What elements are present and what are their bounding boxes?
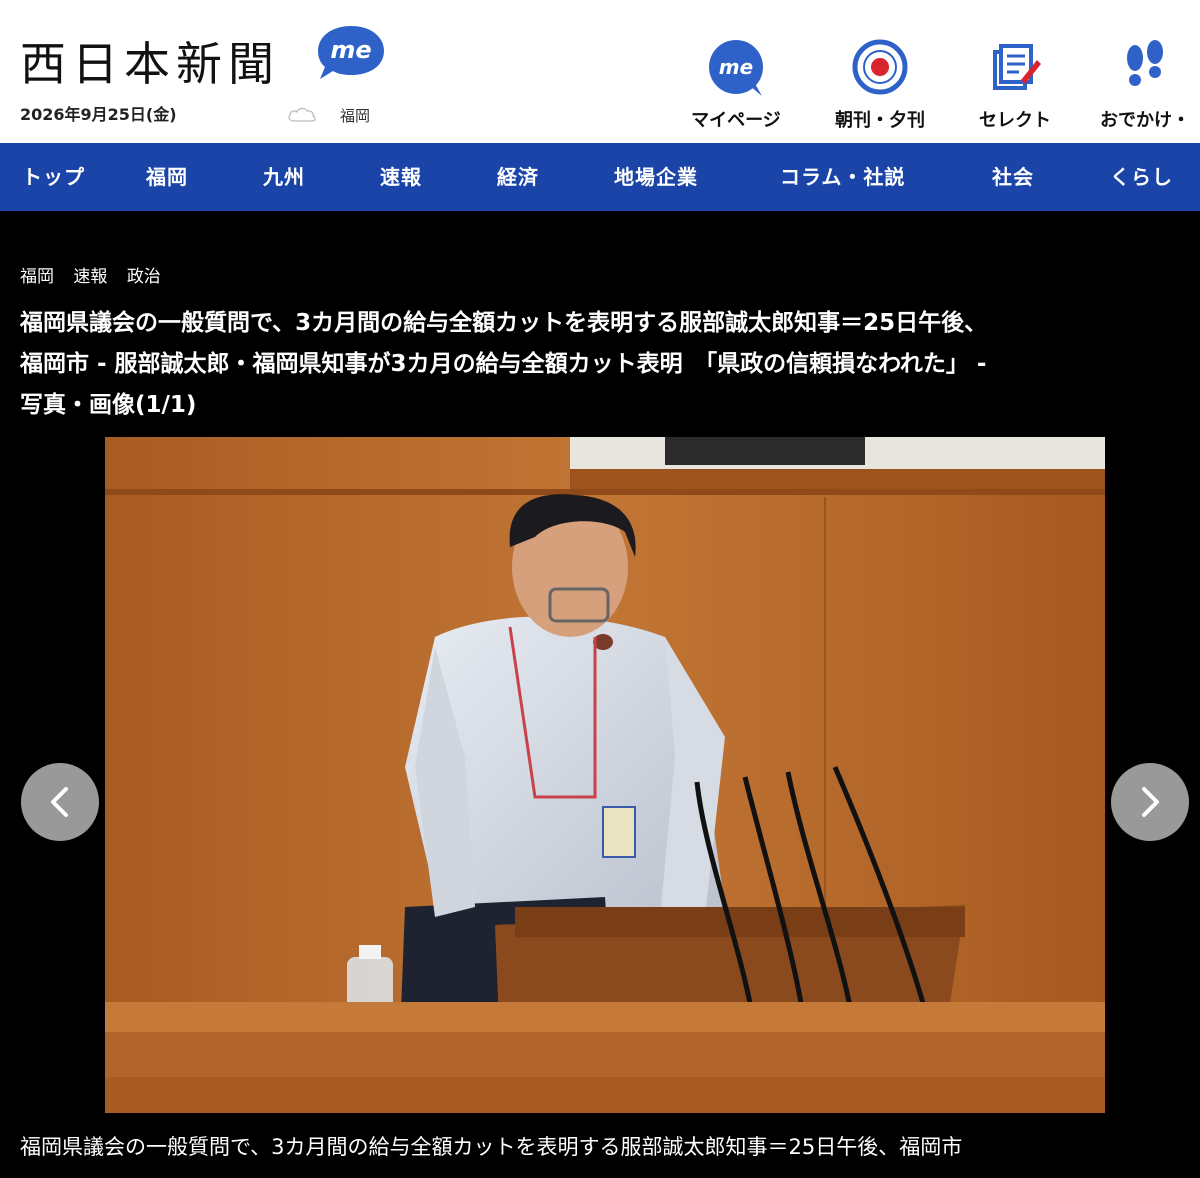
category-nav: トップ 福岡 九州 速報 経済 地場企業 コラム・社説 社会 くらし (0, 143, 1200, 211)
me-icon: me (709, 40, 763, 96)
category-top[interactable]: トップ (22, 143, 85, 211)
nav-mypage[interactable]: me マイページ (676, 38, 796, 138)
category-economy[interactable]: 経済 (497, 143, 539, 211)
select-icon (993, 44, 1041, 90)
paper-edition-icon (852, 39, 908, 95)
nav-mypage-label: マイページ (691, 110, 781, 131)
nav-odekake-label: おでかけ・ (1100, 110, 1190, 131)
category-living[interactable]: くらし (1110, 143, 1173, 211)
svg-text:me: me (719, 55, 753, 79)
category-kyushu[interactable]: 九州 (263, 143, 305, 211)
category-local-business[interactable]: 地場企業 (614, 143, 698, 211)
nav-odekake[interactable]: おでかけ・ (1090, 38, 1200, 138)
me-badge-icon[interactable]: me (316, 22, 386, 82)
headline-line: 福岡市 - 服部誠太郎・福岡県知事が3カ月の給与全額カット表明 「県政の信頼損な… (20, 351, 987, 377)
chevron-right-icon (1142, 787, 1159, 817)
tag-politics[interactable]: 政治 (127, 267, 161, 287)
me-badge-text: me (330, 36, 371, 64)
prev-photo-button[interactable] (21, 763, 99, 841)
nav-editions-label: 朝刊・夕刊 (835, 110, 925, 131)
photo-caption: 福岡県議会の一般質問で、3カ月間の給与全額カットを表明する服部誠太郎知事＝25日… (20, 1135, 963, 1159)
weather-city[interactable]: 福岡 (340, 105, 370, 126)
tag-breaking[interactable]: 速報 (73, 267, 107, 287)
cloud-icon (288, 107, 316, 122)
footprints-icon (1127, 40, 1163, 86)
site-logo[interactable]: 西日本新聞 (20, 28, 280, 94)
nav-select-label: セレクト (979, 110, 1051, 131)
article-tags: 福岡 速報 政治 (20, 262, 175, 287)
next-photo-button[interactable] (1111, 763, 1189, 841)
category-fukuoka[interactable]: 福岡 (146, 143, 188, 211)
headline-line: 福岡県議会の一般質問で、3カ月間の給与全額カットを表明する服部誠太郎知事＝25日… (20, 310, 988, 336)
current-date: 2026年9月25日(金) (20, 105, 177, 124)
article-headline: 福岡県議会の一般質問で、3カ月間の給与全額カットを表明する服部誠太郎知事＝25日… (20, 303, 1190, 426)
nav-editions[interactable]: 朝刊・夕刊 (820, 38, 940, 138)
nav-select[interactable]: セレクト (955, 38, 1075, 138)
category-column-editorial[interactable]: コラム・社説 (780, 143, 905, 211)
headline-line: 写真・画像(1/1) (20, 392, 197, 418)
tag-fukuoka[interactable]: 福岡 (20, 267, 54, 287)
chevron-left-icon (51, 787, 68, 817)
site-header: 西日本新聞 me 2026年9月25日(金) 福岡 me マイページ 朝刊・夕刊 (0, 0, 1200, 143)
category-society[interactable]: 社会 (992, 143, 1034, 211)
article-photo (105, 437, 1105, 1113)
category-breaking[interactable]: 速報 (380, 143, 422, 211)
photo-scene (105, 437, 1105, 1113)
